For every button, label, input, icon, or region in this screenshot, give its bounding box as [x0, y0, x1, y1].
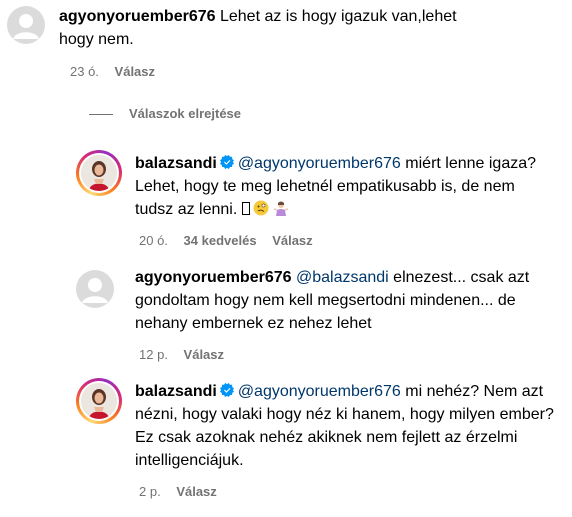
- profile-photo-icon: [81, 383, 117, 419]
- comment-username[interactable]: balazsandi: [135, 383, 217, 400]
- person-shrugging-emoji: [273, 201, 289, 216]
- mention-link[interactable]: @agyonyoruember676: [238, 383, 401, 400]
- mention-link[interactable]: @agyonyoruember676: [238, 155, 401, 172]
- verified-badge-icon: [219, 155, 234, 169]
- comment-meta: 2 p. Válasz: [139, 484, 229, 500]
- missing-glyph-icon: [241, 202, 250, 215]
- mention-link[interactable]: @balazsandi: [296, 269, 389, 286]
- comment-text: agyonyoruember676 Lehet az is hogy igazu…: [59, 5, 489, 51]
- reply-button[interactable]: Válasz: [184, 347, 224, 362]
- avatar[interactable]: [76, 270, 114, 308]
- comment-username[interactable]: agyonyoruember676: [59, 8, 216, 25]
- comment-text: balazsandi @agyonyoruember676 mi nehéz? N…: [135, 380, 565, 472]
- verified-badge-icon: [219, 383, 234, 397]
- reply-button[interactable]: Válasz: [272, 233, 312, 248]
- default-avatar-icon: [13, 14, 39, 39]
- hide-replies-toggle[interactable]: Válaszok elrejtése: [89, 106, 241, 121]
- divider: [89, 114, 113, 116]
- reply-1: balazsandi @agyonyoruember676 miért lenne…: [0, 145, 572, 255]
- comment-time[interactable]: 12 p.: [139, 347, 168, 362]
- comment-1: agyonyoruember676 Lehet az is hogy igazu…: [0, 0, 572, 90]
- woozy-face-emoji: [253, 200, 269, 216]
- comment-time[interactable]: 23 ó.: [70, 64, 99, 79]
- reply-button[interactable]: Válasz: [176, 484, 216, 499]
- avatar[interactable]: [76, 378, 122, 424]
- comment-text: agyonyoruember676 @balazsandi elnezest..…: [135, 266, 565, 335]
- comment-username[interactable]: agyonyoruember676: [135, 269, 292, 286]
- comment-time[interactable]: 20 ó.: [139, 233, 168, 248]
- likes-count[interactable]: 34 kedvelés: [184, 233, 257, 248]
- avatar[interactable]: [76, 150, 122, 196]
- default-avatar-icon: [82, 278, 108, 303]
- comment-time[interactable]: 2 p.: [139, 484, 161, 499]
- comment-meta: 20 ó. 34 kedvelés Válasz: [139, 233, 325, 249]
- reply-3: balazsandi @agyonyoruember676 mi nehéz? N…: [0, 374, 572, 514]
- reply-button[interactable]: Válasz: [115, 64, 155, 79]
- avatar[interactable]: [7, 6, 45, 44]
- comment-text: balazsandi @agyonyoruember676 miért lenne…: [135, 152, 555, 221]
- comment-meta: 23 ó. Válasz: [70, 64, 167, 80]
- hide-replies-label: Válaszok elrejtése: [129, 106, 242, 121]
- comment-username[interactable]: balazsandi: [135, 155, 217, 172]
- profile-photo-icon: [81, 155, 117, 191]
- comment-meta: 12 p. Válasz: [139, 347, 236, 363]
- reply-2: agyonyoruember676 @balazsandi elnezest..…: [0, 264, 572, 374]
